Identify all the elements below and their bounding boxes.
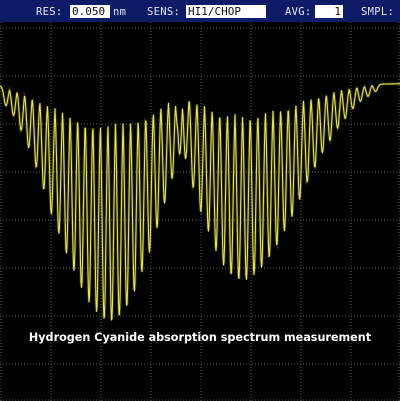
sens-label: SENS: <box>147 6 181 18</box>
smpl-label: SMPL: <box>361 6 395 18</box>
caption-text: Hydrogen Cyanide absorption spectrum mea… <box>28 331 372 344</box>
oscilloscope-screen: RES: 0.050 nm SENS: HI1/CHOP AVG: 1 SMPL… <box>0 0 400 401</box>
res-value-field[interactable]: 0.050 <box>70 5 110 18</box>
spectrum-plot <box>0 22 400 401</box>
spectrum-trace-group <box>0 82 400 321</box>
res-label: RES: <box>36 6 63 18</box>
res-unit: nm <box>113 6 127 18</box>
avg-label: AVG: <box>285 6 312 18</box>
sens-value-field[interactable]: HI1/CHOP <box>186 5 266 18</box>
status-bar: RES: 0.050 nm SENS: HI1/CHOP AVG: 1 SMPL… <box>0 0 400 22</box>
avg-value-field[interactable]: 1 <box>315 5 343 18</box>
